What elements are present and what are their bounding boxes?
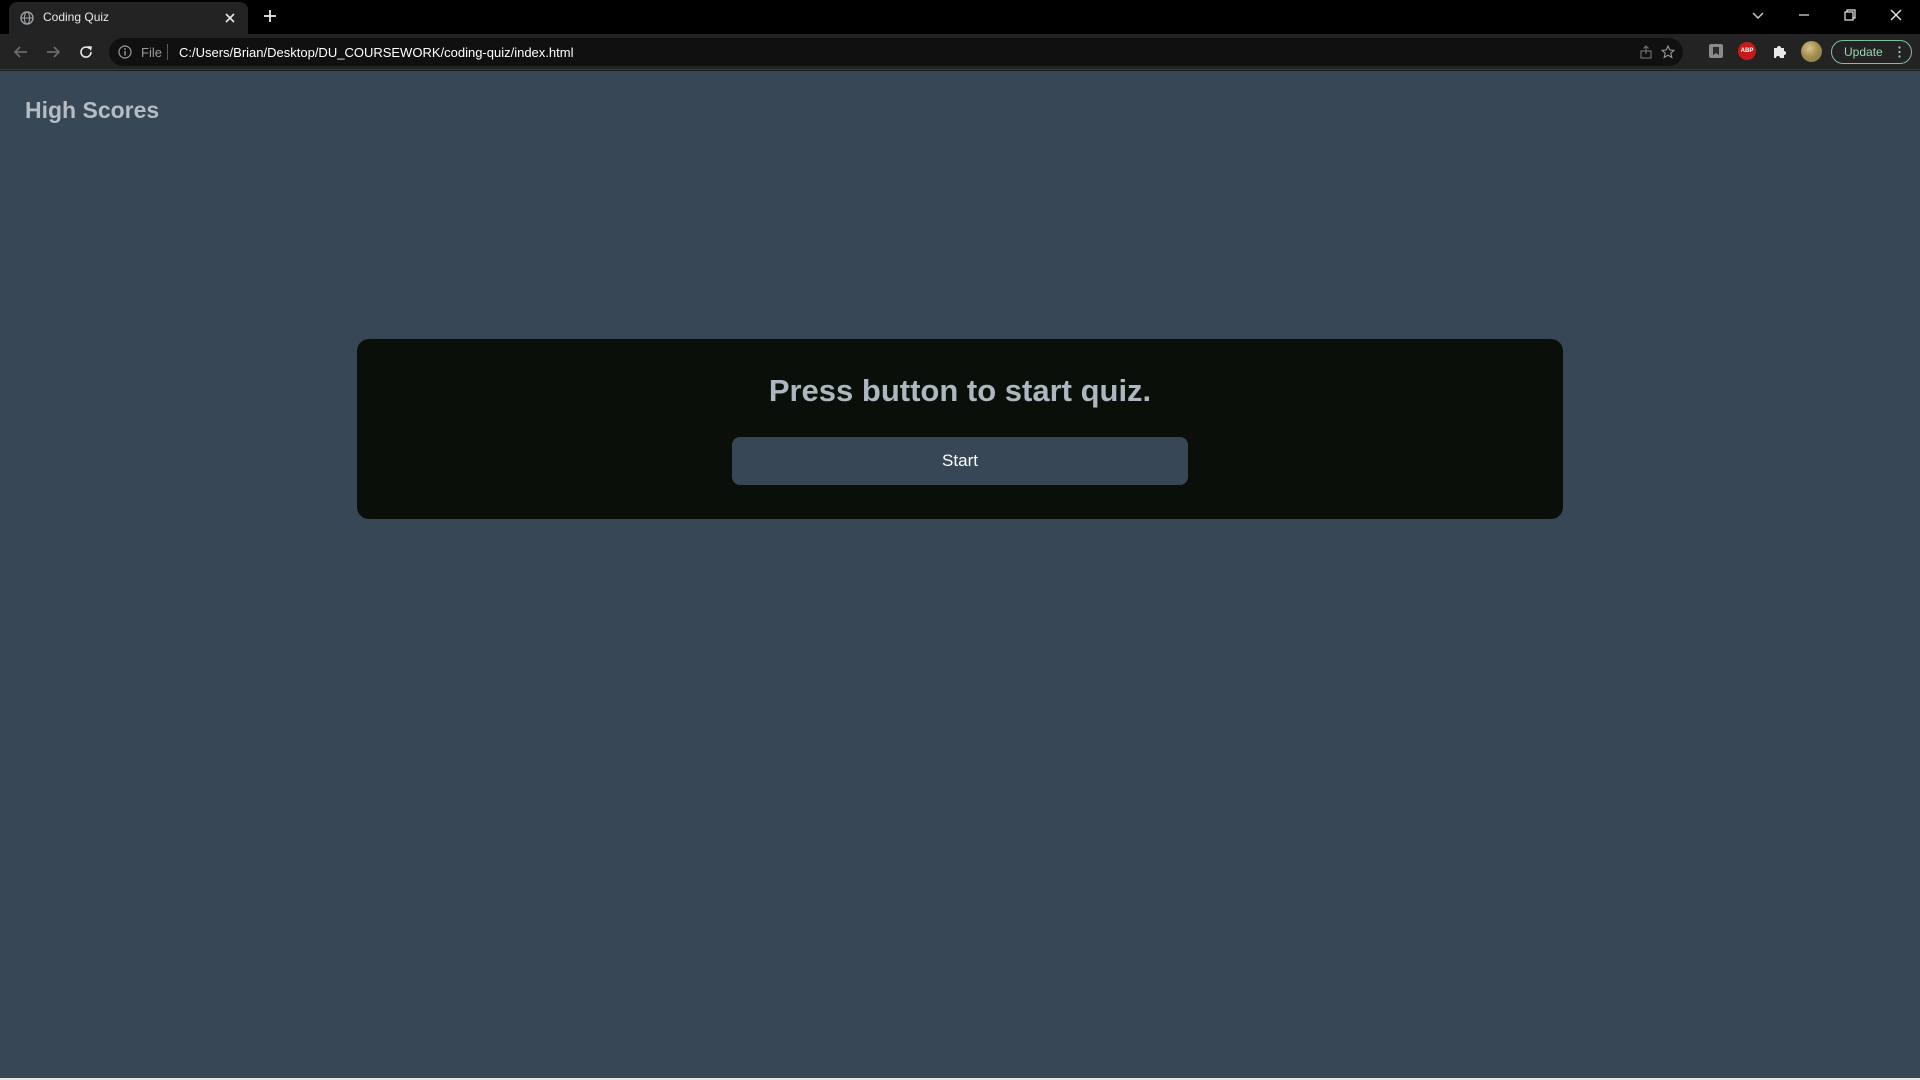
- more-vert-icon: [1898, 46, 1901, 58]
- star-icon[interactable]: [1661, 45, 1675, 59]
- url-text[interactable]: C:/Users/Brian/Desktop/DU_COURSEWORK/cod…: [179, 45, 573, 60]
- adblock-icon[interactable]: ABP: [1738, 42, 1756, 60]
- share-icon[interactable]: [1639, 45, 1653, 59]
- restore-icon[interactable]: [1841, 6, 1859, 24]
- globe-icon: [20, 11, 34, 25]
- update-button[interactable]: Update: [1831, 40, 1912, 64]
- minimize-icon[interactable]: [1795, 6, 1813, 24]
- chevron-down-icon[interactable]: [1749, 6, 1767, 24]
- close-icon[interactable]: [1887, 6, 1905, 24]
- quiz-card: Press button to start quiz. Start: [357, 339, 1563, 519]
- info-icon[interactable]: [118, 45, 132, 59]
- update-label: Update: [1844, 45, 1883, 59]
- quiz-prompt: Press button to start quiz.: [768, 373, 1152, 408]
- tab-strip: Coding Quiz: [0, 0, 1920, 34]
- page-body: High Scores Press button to start quiz. …: [0, 71, 1920, 1078]
- browser-toolbar: File C:/Users/Brian/Desktop/DU_COURSEWOR…: [0, 34, 1920, 70]
- avatar[interactable]: [1801, 41, 1822, 62]
- close-icon[interactable]: [223, 11, 237, 25]
- start-button[interactable]: Start: [732, 437, 1188, 485]
- back-arrow-icon[interactable]: [12, 43, 30, 61]
- url-scheme: File: [141, 45, 162, 60]
- browser-tab[interactable]: Coding Quiz: [9, 2, 248, 34]
- address-bar[interactable]: File C:/Users/Brian/Desktop/DU_COURSEWOR…: [109, 38, 1683, 66]
- plus-icon[interactable]: [262, 8, 278, 24]
- forward-arrow-icon[interactable]: [44, 43, 62, 61]
- puzzle-icon[interactable]: [1771, 42, 1789, 60]
- tab-title: Coding Quiz: [43, 10, 110, 24]
- bookmark-extension-icon[interactable]: [1707, 42, 1725, 60]
- reload-icon[interactable]: [77, 43, 95, 61]
- high-scores-link[interactable]: High Scores: [25, 97, 159, 124]
- divider: [167, 44, 168, 60]
